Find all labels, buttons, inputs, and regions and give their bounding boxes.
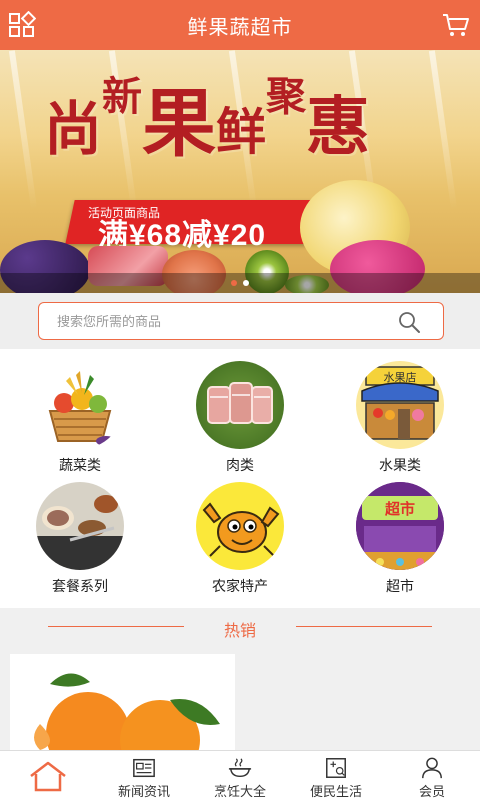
category-label: 肉类 [226,457,254,473]
fruit-store-icon: 水果店 [356,361,444,449]
banner-dot[interactable] [243,280,249,286]
category-vegetables[interactable]: 蔬菜类 [15,361,145,475]
category-label: 农家特产 [212,578,268,594]
vegetable-basket-icon [36,361,124,449]
banner-dot[interactable] [231,280,237,286]
orange-image [10,654,235,750]
category-label: 蔬菜类 [59,457,101,473]
supermarket-icon: 超市 [356,482,444,570]
top-header: 鲜果蔬超市 [0,0,480,50]
home-icon [30,761,66,792]
divider-line [296,626,432,627]
wheat-decoration [428,50,458,210]
product-card[interactable] [10,654,235,750]
tab-label: 新闻资讯 [117,784,170,799]
tab-life-service[interactable]: 便民生活 [288,751,384,800]
tab-label: 会员 [418,784,445,799]
banner-indicator [0,273,480,293]
hot-section: 热销 [0,608,480,750]
news-icon [133,758,155,778]
section-title: 热销 [223,623,256,640]
crab-mascot-icon [196,482,284,570]
search-section [0,293,480,349]
category-label: 套餐系列 [52,578,108,594]
svg-text:超市: 超市 [384,500,415,518]
search-box[interactable] [38,302,444,340]
meat-icon [196,361,284,449]
shopping-cart-icon[interactable] [442,11,470,39]
category-set-meal[interactable]: 套餐系列 [15,482,145,596]
headline-char: 尚 [44,95,103,163]
wheat-decoration [8,50,38,210]
tab-news[interactable]: 新闻资讯 [96,751,192,800]
svg-text:水果店: 水果店 [384,370,417,384]
life-service-icon [326,758,346,778]
category-menu-icon[interactable] [8,10,37,39]
bottom-tab-bar: 新闻资讯 烹饪大全 便民生活 会员 [0,750,480,800]
page-title: 鲜果蔬超市 [187,16,293,39]
search-icon[interactable] [397,310,421,334]
headline-char: 新 [102,73,143,120]
tab-label: 烹饪大全 [213,784,266,799]
category-fruit[interactable]: 水果店 水果类 [335,361,465,475]
tab-home[interactable] [0,751,96,800]
cooking-icon [228,758,252,778]
category-supermarket[interactable]: 超市 超市 [335,482,465,596]
promo-banner[interactable]: 尚新果鲜聚惠 活动页面商品 满¥68减¥20 [0,50,480,293]
category-label: 水果类 [379,457,421,473]
search-input[interactable] [57,303,387,339]
category-farm-specialty[interactable]: 农家特产 [175,482,305,596]
category-meat[interactable]: 肉类 [175,361,305,475]
headline-char: 惠 [306,90,371,165]
headline-char: 聚 [266,73,307,120]
banner-headline: 尚新果鲜聚惠 [44,64,370,171]
headline-char: 鲜 [216,102,267,161]
category-label: 超市 [386,578,414,594]
set-meal-icon [36,482,124,570]
tab-label: 便民生活 [309,784,362,799]
category-grid: 蔬菜类 肉类 水果店 水果类 套餐系列 农家特产 超市 超市 [0,349,480,608]
tab-member[interactable]: 会员 [384,751,480,800]
member-icon [422,757,442,779]
headline-char: 果 [142,81,217,167]
tab-cooking[interactable]: 烹饪大全 [192,751,288,800]
